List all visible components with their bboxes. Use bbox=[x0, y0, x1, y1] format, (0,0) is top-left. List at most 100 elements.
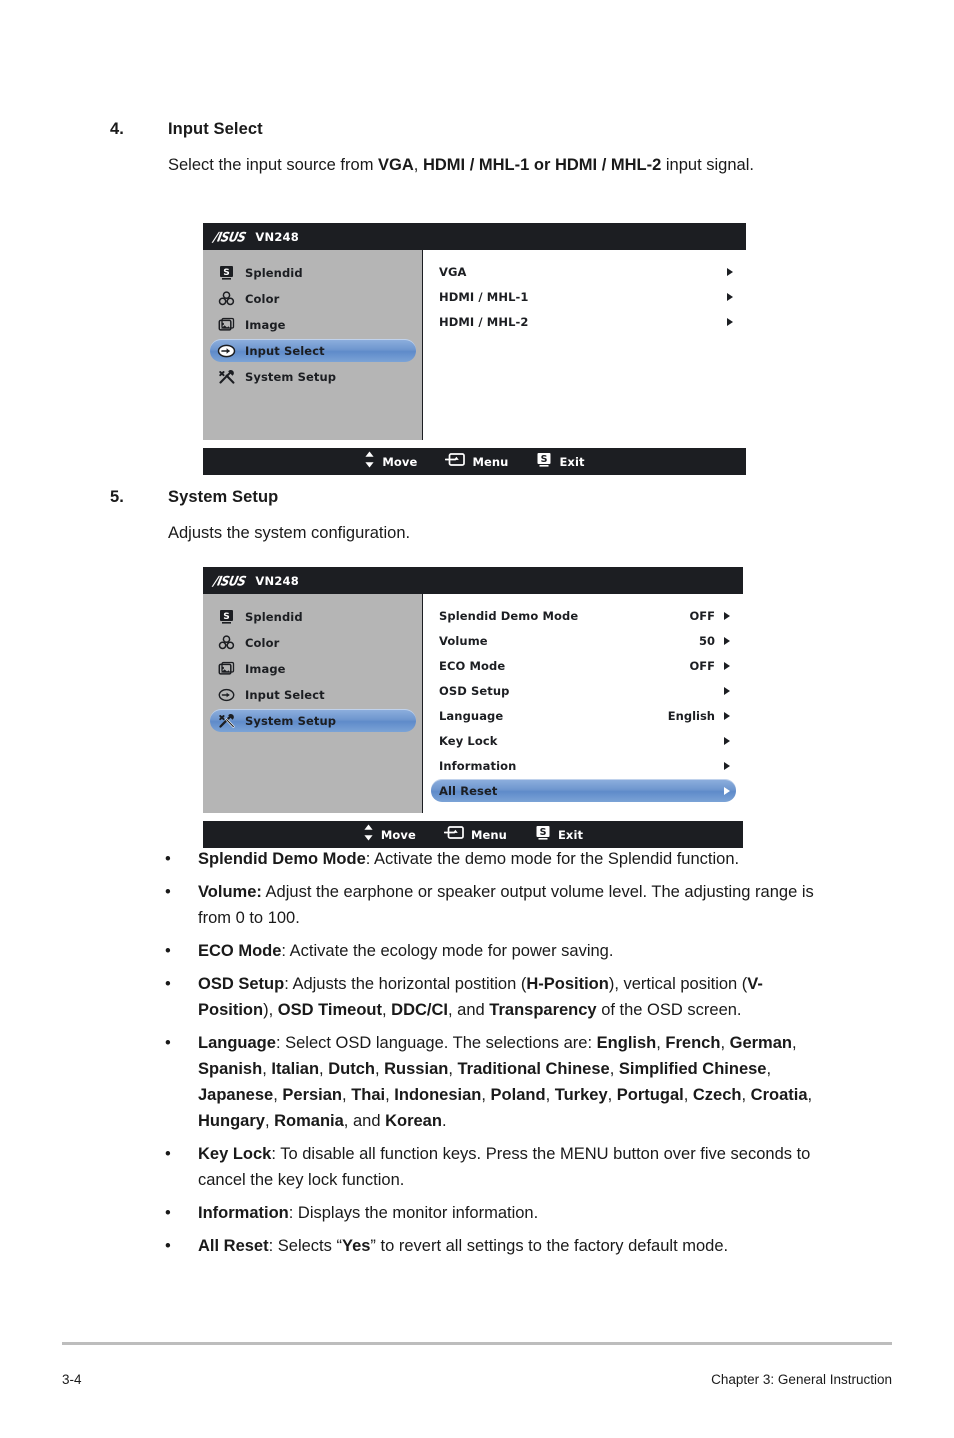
sidebar-item-image[interactable]: Image bbox=[210, 313, 416, 336]
osd-row-hdmi-mhl-1[interactable]: HDMI / MHL-1 bbox=[431, 285, 739, 308]
sidebar-item-label: System Setup bbox=[245, 369, 337, 384]
osd-row-hdmi-mhl-2[interactable]: HDMI / MHL-2 bbox=[431, 310, 739, 333]
chevron-right-icon bbox=[724, 761, 730, 770]
chevron-right-icon bbox=[724, 711, 730, 720]
osd-footer-menu[interactable]: Menu bbox=[443, 825, 507, 844]
osd-footer-exit[interactable]: S Exit bbox=[535, 825, 583, 845]
osd-row-eco-mode[interactable]: ECO Mode OFF bbox=[431, 654, 736, 677]
sidebar-item-system-setup[interactable]: System Setup bbox=[210, 709, 416, 732]
asus-logo: /ISUS bbox=[212, 572, 248, 589]
sidebar-item-image[interactable]: Image bbox=[210, 657, 416, 680]
section-5-number: 5. bbox=[110, 488, 124, 506]
osd-row-value: OFF bbox=[689, 608, 716, 623]
section-4-number: 4. bbox=[110, 120, 124, 138]
bullet-marker: • bbox=[165, 1237, 171, 1255]
list-item-text: All Reset: Selects “Yes” to revert all s… bbox=[198, 1237, 729, 1255]
sidebar-item-color[interactable]: Color bbox=[210, 631, 416, 654]
bullet-marker: • bbox=[165, 1204, 171, 1222]
sidebar-item-input-select[interactable]: Input Select bbox=[210, 683, 416, 706]
osd-row-value: English bbox=[667, 708, 715, 723]
sidebar-item-label: Image bbox=[245, 661, 286, 676]
section-5-title: System Setup bbox=[168, 488, 279, 506]
svg-text:S: S bbox=[540, 827, 547, 838]
section-4-body: Select the input source from VGA, HDMI /… bbox=[168, 156, 754, 174]
menu-enter-icon bbox=[443, 825, 464, 844]
osd-body: S Splendid Color Image Input Select Syst… bbox=[203, 250, 746, 448]
sidebar-item-label: Input Select bbox=[245, 687, 325, 702]
color-icon bbox=[217, 290, 236, 307]
osd-row-label: Volume bbox=[439, 633, 488, 648]
menu-enter-icon bbox=[445, 452, 466, 471]
osd-row-label: OSD Setup bbox=[439, 683, 510, 698]
list-item-text: Language: Select OSD language. The selec… bbox=[198, 1034, 813, 1130]
osd-row-language[interactable]: Language English bbox=[431, 704, 736, 727]
osd-row-label: VGA bbox=[439, 264, 467, 279]
osd-row-label: ECO Mode bbox=[439, 658, 506, 673]
osd-row-key-lock[interactable]: Key Lock bbox=[431, 729, 736, 752]
osd-row-vga[interactable]: VGA bbox=[431, 260, 739, 283]
chevron-right-icon bbox=[727, 317, 733, 326]
osd-sidebar: S Splendid Color Image Input Select Syst… bbox=[203, 594, 423, 813]
osd-row-volume[interactable]: Volume 50 bbox=[431, 629, 736, 652]
list-item-text: Information: Displays the monitor inform… bbox=[198, 1204, 539, 1222]
osd-row-label: All Reset bbox=[439, 783, 498, 798]
input-select-icon bbox=[217, 342, 236, 359]
sidebar-item-label: Splendid bbox=[245, 265, 303, 280]
chevron-right-icon bbox=[727, 292, 733, 301]
list-item: • All Reset: Selects “Yes” to revert all… bbox=[158, 1233, 838, 1259]
bullet-marker: • bbox=[165, 1034, 171, 1052]
chevron-right-icon bbox=[724, 786, 730, 795]
osd-titlebar: /ISUS VN248 bbox=[203, 223, 746, 250]
osd-footer: Move Menu S Exit bbox=[203, 821, 743, 848]
chapter-label: Chapter 3: General Instruction bbox=[711, 1372, 892, 1387]
chevron-right-icon bbox=[724, 611, 730, 620]
sidebar-item-color[interactable]: Color bbox=[210, 287, 416, 310]
system-setup-icon bbox=[217, 712, 236, 729]
osd-row-value: OFF bbox=[689, 658, 716, 673]
splendid-icon: S bbox=[217, 264, 236, 281]
sidebar-item-input-select[interactable]: Input Select bbox=[210, 339, 416, 362]
osd-row-splendid-demo-mode[interactable]: Splendid Demo Mode OFF bbox=[431, 604, 736, 627]
bullet-marker: • bbox=[165, 975, 171, 993]
osd-row-label: Key Lock bbox=[439, 733, 498, 748]
sidebar-item-splendid[interactable]: S Splendid bbox=[210, 605, 416, 628]
splendid-s-icon: S bbox=[535, 825, 551, 845]
sidebar-item-splendid[interactable]: S Splendid bbox=[210, 261, 416, 284]
bullet-marker: • bbox=[165, 1145, 171, 1163]
sidebar-item-label: Color bbox=[245, 635, 280, 650]
svg-text:S: S bbox=[223, 612, 229, 622]
sidebar-item-system-setup[interactable]: System Setup bbox=[210, 365, 416, 388]
osd-footer-move[interactable]: Move bbox=[363, 824, 416, 845]
sidebar-item-label: System Setup bbox=[245, 713, 337, 728]
svg-text:S: S bbox=[541, 454, 548, 465]
sidebar-item-label: Input Select bbox=[245, 343, 325, 358]
section-5-body: Adjusts the system configuration. bbox=[168, 524, 411, 542]
up-down-arrow-icon bbox=[364, 451, 375, 472]
chevron-right-icon bbox=[724, 686, 730, 695]
section-4-title: Input Select bbox=[168, 120, 263, 138]
osd-footer-label: Menu bbox=[470, 827, 507, 842]
sidebar-item-label: Splendid bbox=[245, 609, 303, 624]
bullet-marker: • bbox=[165, 850, 171, 868]
chevron-right-icon bbox=[724, 661, 730, 670]
osd-row-osd-setup[interactable]: OSD Setup bbox=[431, 679, 736, 702]
osd-footer-exit[interactable]: S Exit bbox=[536, 452, 584, 472]
sidebar-item-label: Color bbox=[245, 291, 280, 306]
color-icon bbox=[217, 634, 236, 651]
osd-row-all-reset[interactable]: All Reset bbox=[431, 779, 736, 802]
splendid-s-icon: S bbox=[536, 452, 552, 472]
osd-footer-menu[interactable]: Menu bbox=[445, 452, 508, 471]
osd-content-panel: VGA HDMI / MHL-1 HDMI / MHL-2 bbox=[423, 250, 746, 448]
splendid-icon: S bbox=[217, 608, 236, 625]
list-item-text: ECO Mode: Activate the ecology mode for … bbox=[198, 942, 614, 960]
osd-body: S Splendid Color Image Input Select Syst… bbox=[203, 594, 743, 821]
chevron-right-icon bbox=[724, 736, 730, 745]
osd-row-information[interactable]: Information bbox=[431, 754, 736, 777]
up-down-arrow-icon bbox=[363, 824, 374, 845]
osd-titlebar: /ISUS VN248 bbox=[203, 567, 743, 594]
osd-input-select: /ISUS VN248 S Splendid Color Image Input… bbox=[203, 223, 746, 475]
osd-footer-move[interactable]: Move bbox=[364, 451, 417, 472]
osd-footer-label: Menu bbox=[472, 454, 509, 469]
document-page: 4. Input Select Select the input source … bbox=[0, 0, 954, 1438]
svg-text:S: S bbox=[223, 268, 229, 278]
